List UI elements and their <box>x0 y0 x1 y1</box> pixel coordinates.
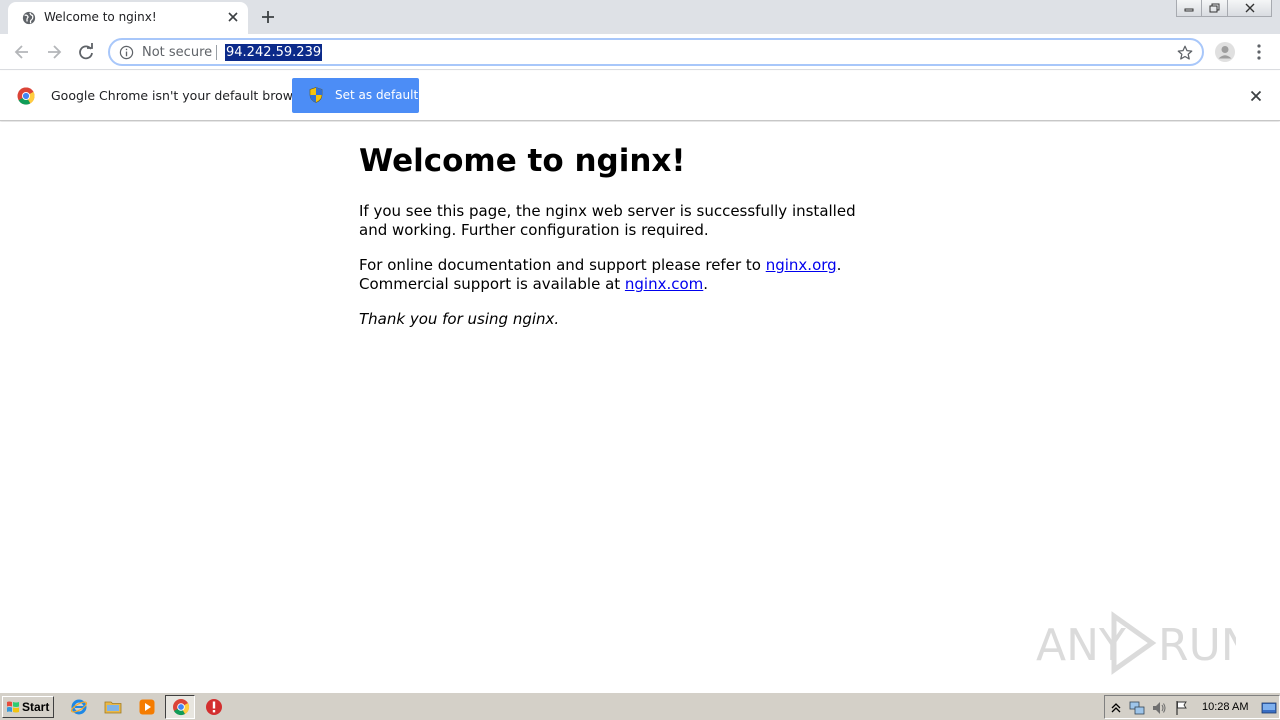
chrome-icon <box>173 699 190 716</box>
close-tab-icon[interactable] <box>226 10 240 24</box>
window-controls <box>1176 0 1272 18</box>
commercial-period: . <box>703 275 709 293</box>
chrome-logo-icon <box>17 87 35 105</box>
nginx-org-link[interactable]: nginx.org <box>766 256 837 274</box>
profile-avatar-icon[interactable] <box>1214 41 1236 63</box>
forward-arrow-icon[interactable] <box>44 42 64 62</box>
stop-sign-icon[interactable] <box>205 698 223 716</box>
anyrun-watermark-logo: ANY RUN <box>1036 611 1236 675</box>
page-content: Welcome to nginx! If you see this page, … <box>359 142 879 345</box>
flag-icon[interactable] <box>1174 700 1190 716</box>
browser-toolbar: Not secure 94.242.59.239 <box>0 34 1280 70</box>
expand-tray-icon[interactable] <box>1108 700 1124 716</box>
close-icon[interactable] <box>1228 0 1272 17</box>
network-icon[interactable] <box>1129 700 1145 716</box>
reload-icon[interactable] <box>76 42 96 62</box>
security-status[interactable]: Not secure <box>142 45 212 60</box>
show-desktop-icon[interactable] <box>1261 700 1277 716</box>
docs-paragraph: For online documentation and support ple… <box>359 256 879 294</box>
set-as-default-label: Set as default <box>335 88 419 102</box>
svg-text:RUN: RUN <box>1158 620 1236 671</box>
taskbar-chrome-button[interactable] <box>165 695 195 719</box>
tab-title: Welcome to nginx! <box>44 10 157 24</box>
globe-icon <box>22 11 36 25</box>
restore-icon[interactable] <box>1202 0 1228 17</box>
system-tray: 10:28 AM <box>1104 695 1280 719</box>
uac-shield-icon <box>309 87 323 103</box>
commercial-text: Commercial support is available at <box>359 275 625 293</box>
bookmark-star-icon[interactable] <box>1176 44 1194 62</box>
infobar-close-icon[interactable] <box>1249 89 1263 103</box>
windows-taskbar: Start 10:28 AM <box>0 692 1280 720</box>
set-as-default-button[interactable]: Set as default <box>292 78 419 113</box>
thanks-paragraph: Thank you for using nginx. <box>359 310 879 329</box>
back-arrow-icon[interactable] <box>12 42 32 62</box>
intro-paragraph: If you see this page, the nginx web serv… <box>359 202 856 239</box>
folder-icon[interactable] <box>104 698 122 716</box>
info-icon[interactable] <box>119 45 134 60</box>
media-player-icon[interactable] <box>138 698 156 716</box>
thanks-text: Thank you for using nginx. <box>359 310 560 328</box>
browser-tab[interactable]: Welcome to nginx! <box>8 2 248 34</box>
more-menu-icon[interactable] <box>1250 42 1268 62</box>
docs-text: For online documentation and support ple… <box>359 256 766 274</box>
omnibox-divider <box>216 45 217 60</box>
windows-flag-icon <box>7 701 19 713</box>
address-bar[interactable]: Not secure 94.242.59.239 <box>108 38 1204 66</box>
system-clock[interactable]: 10:28 AM <box>1202 701 1248 713</box>
url-text[interactable]: 94.242.59.239 <box>225 44 323 61</box>
web-page: Welcome to nginx! If you see this page, … <box>0 122 1280 692</box>
tab-strip: Welcome to nginx! <box>0 0 1280 34</box>
page-heading: Welcome to nginx! <box>359 143 686 179</box>
default-browser-infobar: Google Chrome isn't your default browser… <box>0 71 1280 121</box>
internet-explorer-icon[interactable] <box>70 698 88 716</box>
start-button[interactable]: Start <box>2 696 54 718</box>
volume-icon[interactable] <box>1151 700 1167 716</box>
start-label: Start <box>22 700 50 714</box>
docs-period: . <box>836 256 842 274</box>
infobar-message: Google Chrome isn't your default browser <box>51 88 313 103</box>
new-tab-icon[interactable] <box>260 9 276 25</box>
nginx-com-link[interactable]: nginx.com <box>625 275 703 293</box>
minimize-icon[interactable] <box>1176 0 1202 17</box>
